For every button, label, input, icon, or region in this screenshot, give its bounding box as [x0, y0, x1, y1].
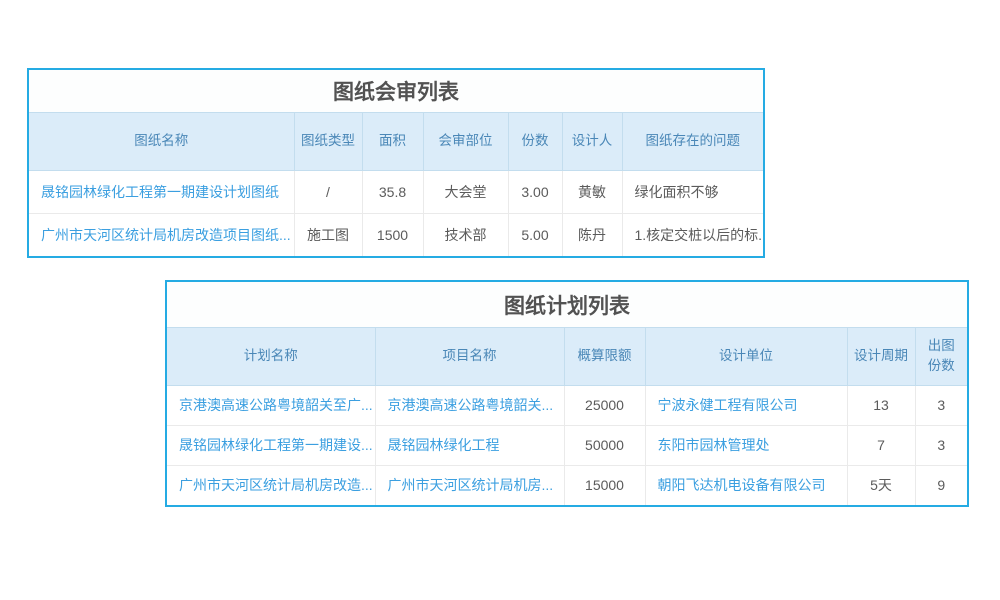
- drawing-type-cell: /: [294, 170, 362, 213]
- area-cell: 35.8: [362, 170, 423, 213]
- table-row: 晟铭园林绿化工程第一期建设... 晟铭园林绿化工程 50000 东阳市园林管理处…: [167, 425, 967, 465]
- plan-name-cell: 京港澳高速公路粤境韶关至广...: [167, 385, 375, 425]
- col-drawing-issues: 图纸存在的问题: [622, 113, 763, 170]
- cycle-cell: 7: [847, 425, 915, 465]
- issues-cell: 1.核定交桩以后的标.: [622, 213, 763, 256]
- table-row: 京港澳高速公路粤境韶关至广... 京港澳高速公路粤境韶关... 25000 宁波…: [167, 385, 967, 425]
- drawing-type-cell: 施工图: [294, 213, 362, 256]
- design-unit-cell: 宁波永健工程有限公司: [645, 385, 847, 425]
- table-row: 广州市天河区统计局机房改造... 广州市天河区统计局机房... 15000 朝阳…: [167, 465, 967, 505]
- review-location-cell: 技术部: [423, 213, 508, 256]
- plan-header-row: 计划名称 项目名称 概算限额 设计单位 设计周期 出图份数: [167, 328, 967, 385]
- col-copies: 份数: [508, 113, 562, 170]
- drawing-name-cell: 广州市天河区统计局机房改造项目图纸...: [29, 213, 294, 256]
- copies-cell: 3.00: [508, 170, 562, 213]
- project-name-cell: 晟铭园林绿化工程: [375, 425, 564, 465]
- col-area: 面积: [362, 113, 423, 170]
- drawing-plan-panel: 图纸计划列表 计划名称 项目名称 概算限额 设计单位 设计周期 出图份数 京港澳…: [165, 280, 969, 507]
- designer-cell: 黄敏: [562, 170, 622, 213]
- print-copies-cell: 3: [915, 385, 967, 425]
- project-name-link[interactable]: 晟铭园林绿化工程: [388, 437, 500, 453]
- budget-cell: 25000: [564, 385, 645, 425]
- copies-cell: 5.00: [508, 213, 562, 256]
- drawing-plan-table: 计划名称 项目名称 概算限额 设计单位 设计周期 出图份数 京港澳高速公路粤境韶…: [167, 328, 967, 505]
- col-drawing-type: 图纸类型: [294, 113, 362, 170]
- drawing-name-link[interactable]: 广州市天河区统计局机房改造项目图纸...: [41, 227, 291, 243]
- drawing-review-panel: 图纸会审列表 图纸名称 图纸类型 面积 会审部位 份数 设计人 图纸存在的问题 …: [27, 68, 765, 258]
- col-review-location: 会审部位: [423, 113, 508, 170]
- plan-name-link[interactable]: 广州市天河区统计局机房改造...: [179, 477, 373, 493]
- design-unit-link[interactable]: 东阳市园林管理处: [658, 437, 770, 453]
- table-row: 广州市天河区统计局机房改造项目图纸... 施工图 1500 技术部 5.00 陈…: [29, 213, 763, 256]
- review-location-cell: 大会堂: [423, 170, 508, 213]
- drawing-name-link[interactable]: 晟铭园林绿化工程第一期建设计划图纸: [41, 184, 279, 200]
- drawing-review-title: 图纸会审列表: [29, 70, 763, 113]
- project-name-cell: 京港澳高速公路粤境韶关...: [375, 385, 564, 425]
- project-name-link[interactable]: 广州市天河区统计局机房...: [388, 477, 554, 493]
- col-design-cycle: 设计周期: [847, 328, 915, 385]
- budget-cell: 50000: [564, 425, 645, 465]
- drawing-review-table: 图纸名称 图纸类型 面积 会审部位 份数 设计人 图纸存在的问题 晟铭园林绿化工…: [29, 113, 763, 256]
- plan-name-link[interactable]: 晟铭园林绿化工程第一期建设...: [179, 437, 373, 453]
- col-designer: 设计人: [562, 113, 622, 170]
- design-unit-cell: 东阳市园林管理处: [645, 425, 847, 465]
- design-unit-link[interactable]: 朝阳飞达机电设备有限公司: [658, 477, 826, 493]
- print-copies-cell: 9: [915, 465, 967, 505]
- review-header-row: 图纸名称 图纸类型 面积 会审部位 份数 设计人 图纸存在的问题: [29, 113, 763, 170]
- project-name-link[interactable]: 京港澳高速公路粤境韶关...: [388, 397, 554, 413]
- area-cell: 1500: [362, 213, 423, 256]
- plan-name-cell: 晟铭园林绿化工程第一期建设...: [167, 425, 375, 465]
- cycle-cell: 13: [847, 385, 915, 425]
- design-unit-cell: 朝阳飞达机电设备有限公司: [645, 465, 847, 505]
- project-name-cell: 广州市天河区统计局机房...: [375, 465, 564, 505]
- col-drawing-name: 图纸名称: [29, 113, 294, 170]
- col-budget-limit: 概算限额: [564, 328, 645, 385]
- col-design-unit: 设计单位: [645, 328, 847, 385]
- designer-cell: 陈丹: [562, 213, 622, 256]
- cycle-cell: 5天: [847, 465, 915, 505]
- plan-name-link[interactable]: 京港澳高速公路粤境韶关至广...: [179, 397, 373, 413]
- drawing-name-cell: 晟铭园林绿化工程第一期建设计划图纸: [29, 170, 294, 213]
- col-plan-name: 计划名称: [167, 328, 375, 385]
- issues-cell: 绿化面积不够: [622, 170, 763, 213]
- plan-name-cell: 广州市天河区统计局机房改造...: [167, 465, 375, 505]
- col-print-copies: 出图份数: [915, 328, 967, 385]
- print-copies-cell: 3: [915, 425, 967, 465]
- design-unit-link[interactable]: 宁波永健工程有限公司: [658, 397, 798, 413]
- drawing-plan-title: 图纸计划列表: [167, 282, 967, 328]
- budget-cell: 15000: [564, 465, 645, 505]
- col-project-name: 项目名称: [375, 328, 564, 385]
- table-row: 晟铭园林绿化工程第一期建设计划图纸 / 35.8 大会堂 3.00 黄敏 绿化面…: [29, 170, 763, 213]
